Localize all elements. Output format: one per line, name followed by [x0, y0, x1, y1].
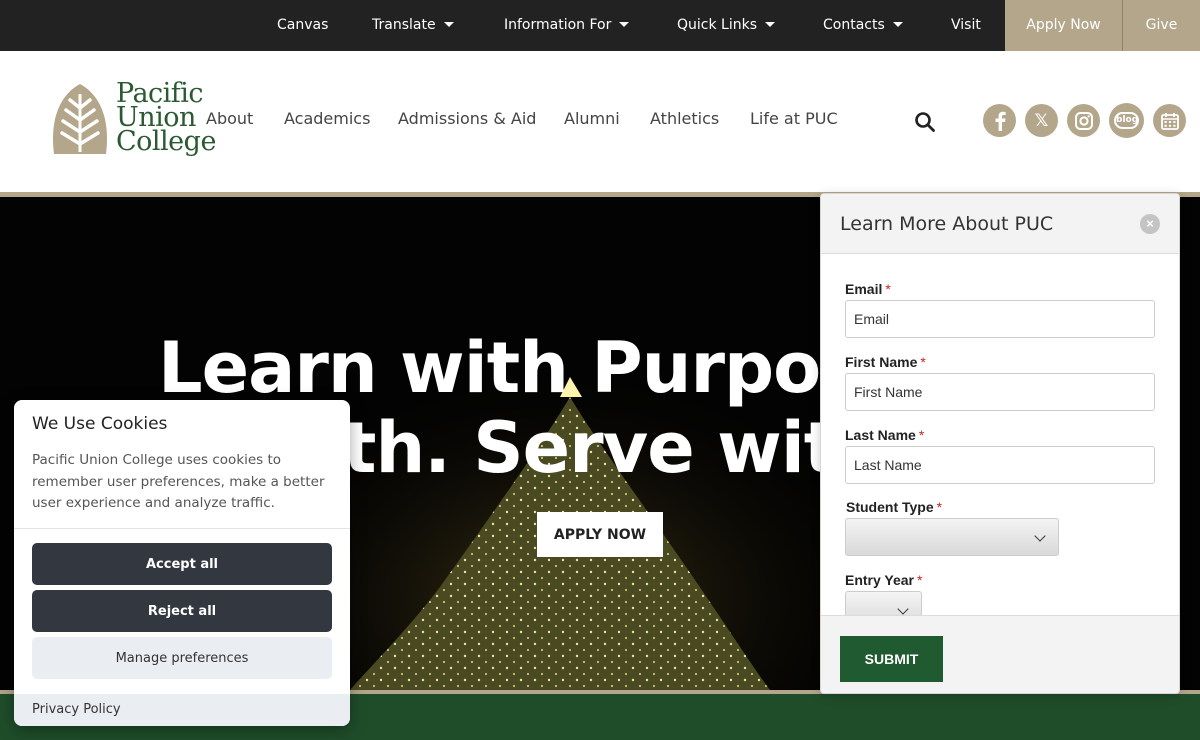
field-label-text: Student Type: [846, 499, 934, 515]
logo-wordmark: Pacific Union College: [116, 80, 216, 157]
x-twitter-link[interactable]: 𝕏: [1025, 104, 1058, 137]
learn-more-form-panel: Learn More About PUC × Email* First Name…: [820, 193, 1180, 694]
first-name-label: First Name *: [845, 354, 926, 370]
form-panel-footer: SUBMIT: [821, 615, 1179, 693]
x-icon: 𝕏: [1034, 110, 1049, 131]
topbar-menu-quick-links[interactable]: Quick Links: [677, 0, 776, 51]
field-label-text: Email: [845, 281, 883, 297]
student-type-select[interactable]: [845, 518, 1059, 556]
required-mark: *: [918, 427, 925, 443]
instagram-link[interactable]: [1067, 104, 1100, 137]
chevron-down-icon: [897, 603, 909, 615]
cookie-dialog-divider: [14, 528, 350, 529]
reject-all-button[interactable]: Reject all: [32, 590, 332, 632]
topbar-link-label: Quick Links: [677, 17, 758, 33]
nav-item-life-at-puc[interactable]: Life at PUC: [750, 109, 838, 128]
blog-link[interactable]: blog: [1109, 103, 1144, 138]
nav-item-athletics[interactable]: Athletics: [650, 109, 719, 128]
close-icon[interactable]: ×: [1140, 214, 1160, 234]
manage-preferences-button[interactable]: Manage preferences: [32, 637, 332, 679]
topbar-menu-contacts[interactable]: Contacts: [823, 0, 903, 51]
facebook-link[interactable]: [983, 104, 1016, 137]
first-name-field[interactable]: [845, 373, 1155, 411]
email-field[interactable]: [845, 300, 1155, 338]
topbar-link-label: Canvas: [277, 17, 329, 33]
caret-down-icon: [765, 21, 776, 27]
field-label-text: Last Name: [845, 427, 916, 443]
field-label-text: First Name: [845, 354, 918, 370]
cookie-consent-dialog: We Use Cookies Pacific Union College use…: [14, 400, 350, 726]
topbar-link-visit[interactable]: Visit: [951, 0, 981, 51]
hero-apply-now-button[interactable]: APPLY NOW: [537, 512, 663, 557]
email-label: Email *: [845, 281, 891, 297]
required-mark: *: [920, 354, 926, 370]
privacy-policy-link[interactable]: Privacy Policy: [32, 702, 121, 717]
required-mark: *: [917, 572, 923, 588]
topbar-link-canvas[interactable]: Canvas: [277, 0, 328, 51]
nav-item-admissions-aid[interactable]: Admissions & Aid: [398, 109, 536, 128]
hero-headline-line-1: Learn with Purpose.: [158, 327, 934, 409]
calendar-link[interactable]: [1153, 104, 1186, 137]
cookie-dialog-title: We Use Cookies: [32, 414, 168, 434]
caret-down-icon: [619, 21, 630, 27]
form-panel-title: Learn More About PUC: [840, 213, 1054, 235]
form-panel-header: Learn More About PUC ×: [821, 194, 1179, 254]
search-icon: [915, 112, 935, 132]
topbar-link-label: Information For: [504, 17, 612, 33]
topbar-link-label: Contacts: [823, 17, 885, 33]
required-mark: *: [936, 499, 943, 515]
leaf-logo-icon: [53, 84, 107, 154]
blog-icon-label: blog: [1116, 115, 1139, 125]
topbar-give-button[interactable]: Give: [1122, 0, 1200, 51]
utility-bar: Canvas Translate Information For Quick L…: [0, 0, 1200, 51]
topbar-link-label: Apply Now: [1026, 17, 1101, 33]
nav-item-alumni[interactable]: Alumni: [564, 109, 620, 128]
cookie-dialog-footer: Privacy Policy: [14, 694, 350, 726]
topbar-menu-information-for[interactable]: Information For: [504, 0, 630, 51]
search-button[interactable]: [914, 111, 936, 133]
entry-year-label: Entry Year *: [845, 572, 922, 588]
topbar-link-label: Give: [1145, 17, 1178, 33]
topbar-link-label: Visit: [951, 17, 981, 33]
caret-down-icon: [892, 21, 903, 27]
submit-button[interactable]: SUBMIT: [840, 636, 943, 682]
last-name-label: Last Name *: [845, 427, 924, 443]
chevron-down-icon: [1034, 530, 1046, 542]
site-header: Pacific Union College About Academics Ad…: [0, 51, 1200, 192]
blog-icon: blog: [1114, 112, 1139, 129]
nav-item-academics[interactable]: Academics: [284, 109, 370, 128]
logo-line: College: [116, 126, 216, 157]
last-name-field[interactable]: [845, 446, 1155, 484]
cookie-dialog-text: Pacific Union College uses cookies to re…: [32, 452, 325, 511]
field-label-text: Entry Year: [845, 572, 915, 588]
caret-down-icon: [443, 21, 454, 27]
facebook-icon: [995, 111, 1006, 131]
nav-item-about[interactable]: About: [206, 109, 253, 128]
topbar-apply-now-button[interactable]: Apply Now: [1005, 0, 1122, 51]
student-type-label: Student Type *: [846, 499, 942, 515]
topbar-link-label: Translate: [372, 17, 436, 33]
accept-all-button[interactable]: Accept all: [32, 543, 332, 585]
site-logo[interactable]: Pacific Union College: [50, 80, 216, 164]
calendar-icon: [1160, 112, 1179, 130]
instagram-icon: [1074, 111, 1093, 130]
required-mark: *: [885, 281, 891, 297]
topbar-menu-translate[interactable]: Translate: [372, 0, 454, 51]
